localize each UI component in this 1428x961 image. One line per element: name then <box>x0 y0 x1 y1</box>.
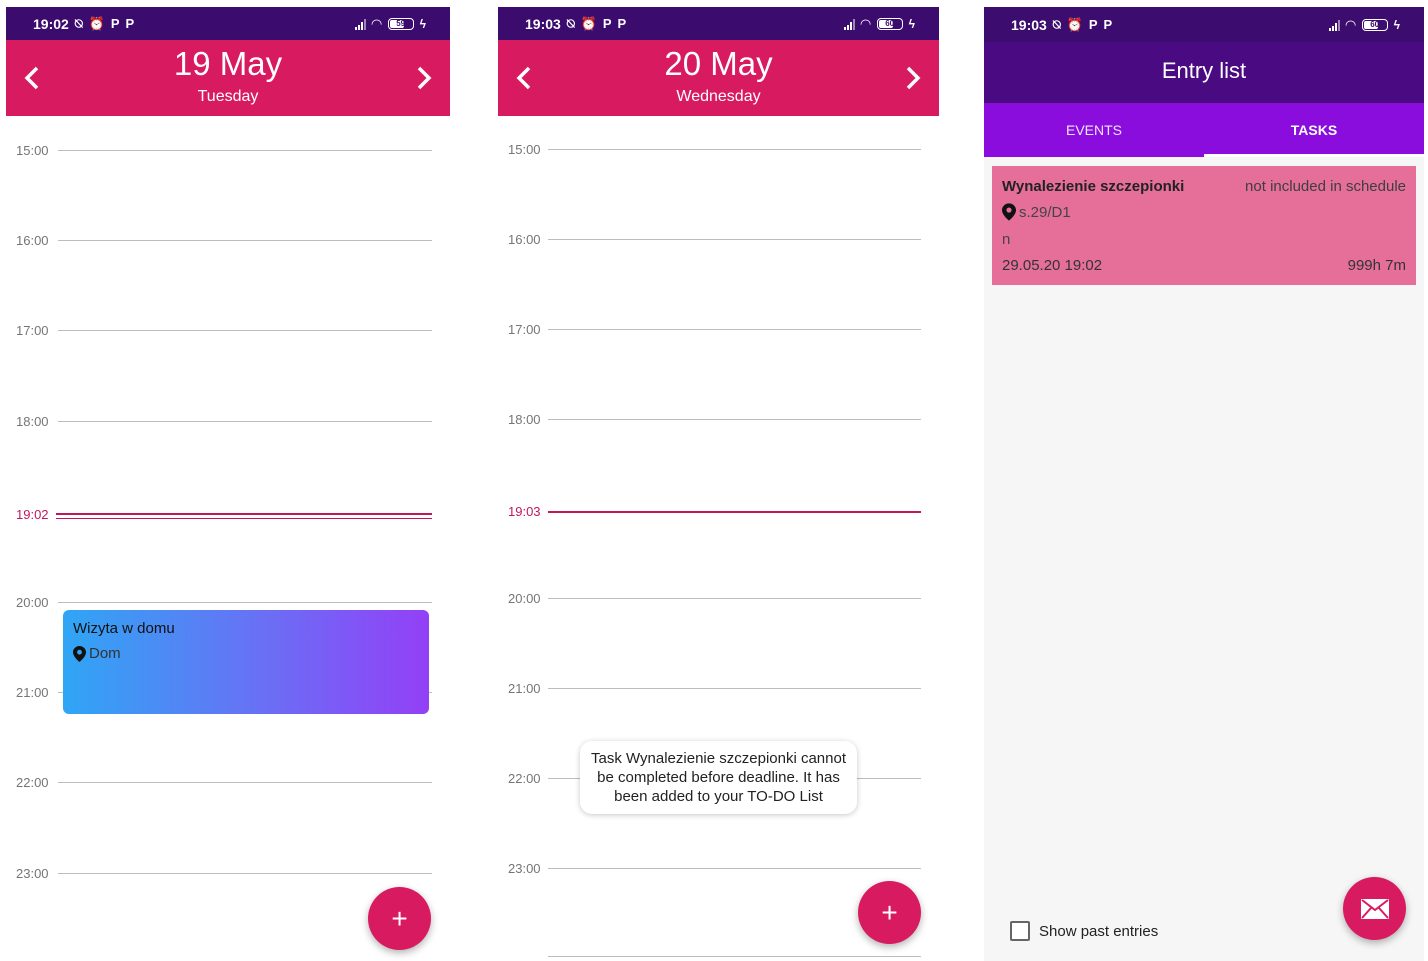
add-entry-button[interactable]: + <box>858 881 921 944</box>
hour-row: 15:00 <box>498 142 939 157</box>
next-day-button[interactable] <box>894 60 930 96</box>
hour-row: 18:00 <box>498 412 939 427</box>
parking-app-icon-2: P <box>1103 17 1113 32</box>
tab-tasks[interactable]: TASKS <box>1204 103 1424 157</box>
hour-row: 18:00 <box>6 414 450 429</box>
status-time: 19:03 <box>1011 16 1047 33</box>
entry-tabs: EVENTS TASKS <box>984 103 1424 157</box>
next-day-button[interactable] <box>405 60 441 96</box>
task-duration: 999h 7m <box>1347 257 1406 274</box>
hour-row: 15:00 <box>6 143 450 158</box>
status-bar: 19:03 ⍉ ⏰ P P ◠ 60 ϟ <box>498 7 939 40</box>
parking-app-icon: P <box>602 16 612 31</box>
screen-day-view-19-may: 19:02 ⍉ ⏰ P P ◠ 59 ϟ 19 May Tuesday 15:0… <box>6 7 450 961</box>
charging-icon: ϟ <box>419 16 426 31</box>
add-entry-button[interactable]: + <box>368 887 431 950</box>
hour-row: 21:00 <box>498 681 939 696</box>
event-location: Dom <box>89 645 121 662</box>
charging-icon: ϟ <box>908 16 915 31</box>
tab-events[interactable]: EVENTS <box>984 103 1204 157</box>
plus-icon: + <box>881 896 898 928</box>
wifi-icon: ◠ <box>860 15 871 31</box>
hour-row: 16:00 <box>498 232 939 247</box>
battery-icon: 59 <box>387 17 414 30</box>
inbox-button[interactable] <box>1343 877 1406 940</box>
chevron-right-icon <box>906 66 921 90</box>
screen-entry-list: 19:03 ⍉ ⏰ P P ◠ 60 ϟ Entry list EVENTS T… <box>984 7 1424 961</box>
location-pin-icon <box>1002 203 1016 221</box>
show-past-entries-checkbox[interactable] <box>1010 921 1030 941</box>
hour-row: 17:00 <box>6 323 450 338</box>
battery-icon: 60 <box>1361 18 1388 31</box>
chevron-right-icon <box>417 66 432 90</box>
day-header: 20 May Wednesday <box>498 40 939 116</box>
current-time-line <box>548 511 921 513</box>
hour-row: 17:00 <box>498 322 939 337</box>
hour-row: 20:00 <box>498 591 939 606</box>
current-time-line <box>56 513 432 515</box>
current-time-label: 19:02 <box>16 507 49 522</box>
task-added-toast: Task Wynalezienie szczepionki cannot be … <box>580 741 857 814</box>
task-deadline: 29.05.20 19:02 <box>1002 257 1103 274</box>
signal-icon <box>354 18 366 30</box>
hour-row: 16:00 <box>6 233 450 248</box>
parking-app-icon: P <box>1088 17 1098 32</box>
battery-icon: 60 <box>876 17 903 30</box>
hour-row: 20:00 <box>6 595 450 610</box>
hour-row: 22:00 <box>6 775 450 790</box>
show-past-entries-toggle[interactable]: Show past entries <box>1010 921 1158 941</box>
day-timeline[interactable]: 15:00 16:00 17:00 18:00 19:02 20:00 21:0… <box>6 116 450 961</box>
parking-app-icon-2: P <box>617 16 627 31</box>
task-description: n <box>1002 231 1011 248</box>
alarm-icon: ⏰ <box>88 15 105 31</box>
parking-app-icon: P <box>110 16 120 31</box>
current-time-label: 19:03 <box>508 504 541 519</box>
header-weekday: Tuesday <box>197 88 259 105</box>
status-bar: 19:03 ⍉ ⏰ P P ◠ 60 ϟ <box>984 7 1424 42</box>
notification-muted-icon: ⍉ <box>1052 16 1061 32</box>
event-title: Wizyta w domu <box>73 620 175 637</box>
wifi-icon: ◠ <box>1345 16 1356 32</box>
app-bar-title: Entry list <box>984 42 1424 103</box>
header-date: 20 May <box>664 45 773 82</box>
plus-icon: + <box>391 902 408 934</box>
task-title: Wynalezienie szczepionki <box>1002 178 1185 195</box>
parking-app-icon-2: P <box>125 16 135 31</box>
event-card[interactable]: Wizyta w domu Dom <box>63 610 429 714</box>
show-past-entries-label: Show past entries <box>1039 922 1159 940</box>
day-timeline[interactable]: 15:00 16:00 17:00 18:00 19:03 20:00 21:0… <box>498 116 939 961</box>
task-card[interactable]: Wynalezienie szczepionki not included in… <box>992 166 1416 285</box>
status-bar: 19:02 ⍉ ⏰ P P ◠ 59 ϟ <box>6 7 450 40</box>
day-header: 19 May Tuesday <box>6 40 450 116</box>
alarm-icon: ⏰ <box>1066 16 1083 32</box>
header-date: 19 May <box>173 45 283 82</box>
task-location: s.29/D1 <box>1019 203 1071 221</box>
notification-muted-icon: ⍉ <box>74 15 83 31</box>
alarm-icon: ⏰ <box>580 15 597 31</box>
task-status: not included in schedule <box>1245 178 1406 195</box>
header-weekday: Wednesday <box>676 88 761 105</box>
notification-muted-icon: ⍉ <box>566 15 575 31</box>
signal-icon <box>843 18 855 30</box>
signal-icon <box>1328 19 1340 31</box>
envelope-icon <box>1360 898 1389 919</box>
screen-day-view-20-may: 19:03 ⍉ ⏰ P P ◠ 60 ϟ 20 May Wednesday 15… <box>498 7 939 961</box>
hour-row: 23:00 <box>6 866 450 881</box>
charging-icon: ϟ <box>1393 17 1400 32</box>
wifi-icon: ◠ <box>371 15 382 31</box>
location-pin-icon <box>73 645 86 662</box>
status-time: 19:03 <box>525 15 561 32</box>
status-time: 19:02 <box>33 15 69 32</box>
hour-row: 23:00 <box>498 861 939 876</box>
